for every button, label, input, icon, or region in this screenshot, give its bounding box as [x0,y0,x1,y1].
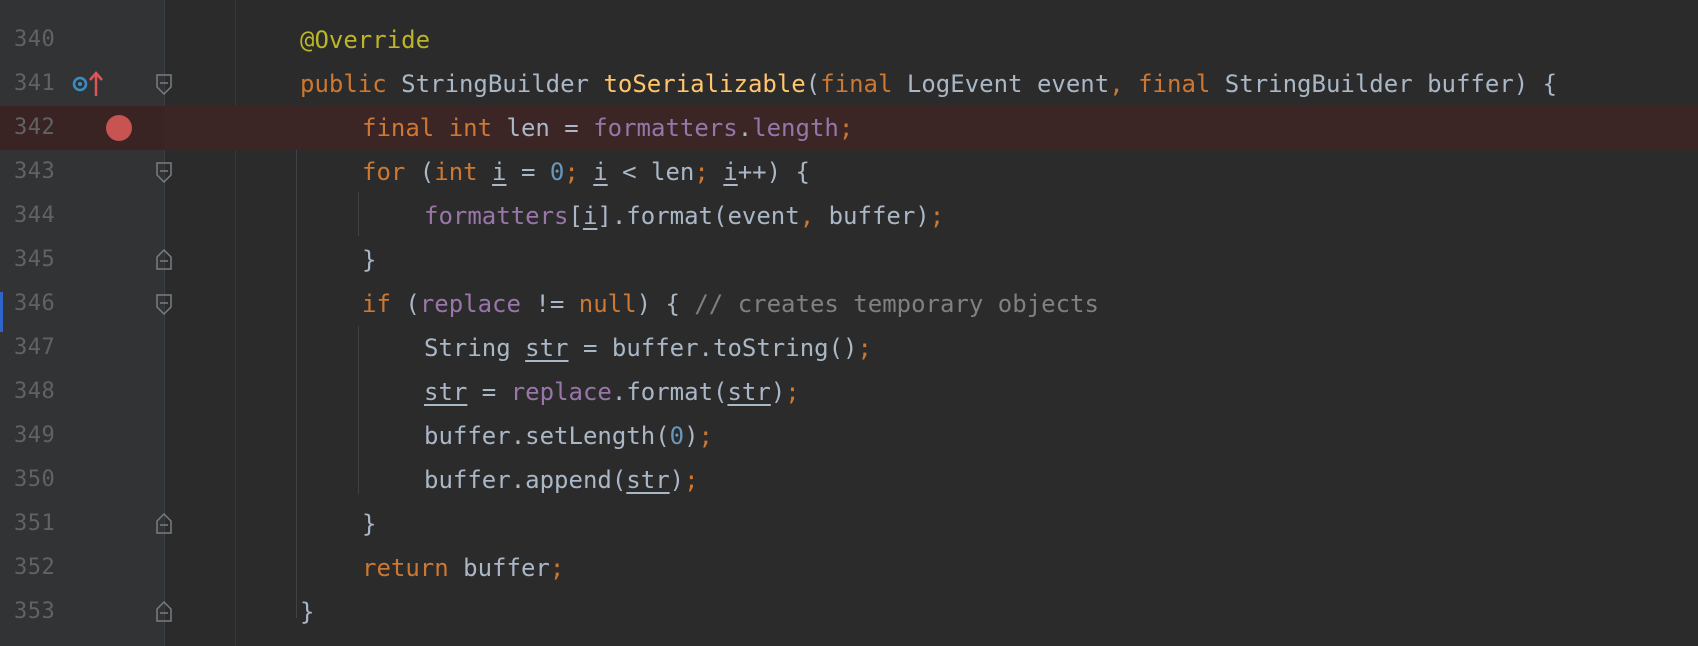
code-text[interactable]: formatters[i].format(event, buffer); [424,194,944,238]
line-number: 340 [14,27,56,52]
code-line[interactable]: 344 formatters[i].format(event, buffer); [0,194,1698,238]
code-text[interactable]: return buffer; [362,546,564,590]
line-number: 350 [14,467,56,492]
line-number: 351 [14,511,56,536]
fold-end-marker-icon[interactable] [155,600,173,622]
line-number: 352 [14,555,56,580]
fold-marker-icon[interactable] [155,294,173,316]
code-line[interactable]: 345 } [0,238,1698,282]
code-line[interactable]: 353 } [0,590,1698,634]
code-text[interactable]: buffer.setLength(0); [424,414,713,458]
line-number: 345 [14,247,56,272]
code-line[interactable]: 343 for (int i = 0; i < len; i++) { [0,150,1698,194]
code-line[interactable]: 348 str = replace.format(str); [0,370,1698,414]
code-text[interactable]: if (replace != null) { // creates tempor… [362,282,1099,326]
line-number: 353 [14,599,56,624]
fold-marker-icon[interactable] [155,74,173,96]
code-line[interactable]: 350 buffer.append(str); [0,458,1698,502]
fold-end-marker-icon[interactable] [155,248,173,270]
line-number: 342 [14,115,56,140]
code-text[interactable]: } [362,238,376,282]
code-text[interactable]: } [362,502,376,546]
code-text[interactable]: String str = buffer.toString(); [424,326,872,370]
breakpoint-icon[interactable] [106,115,132,141]
code-text[interactable]: buffer.append(str); [424,458,699,502]
code-editor[interactable]: 340 @Override 341 public StringBuilder t… [0,0,1698,646]
code-line[interactable]: 340 @Override [0,18,1698,62]
line-number: 347 [14,335,56,360]
code-text[interactable]: final int len = formatters.length; [362,106,853,150]
code-text[interactable]: } [300,590,314,634]
code-text[interactable]: public StringBuilder toSerializable(fina… [300,62,1557,106]
code-line[interactable]: 352 return buffer; [0,546,1698,590]
fold-marker-icon[interactable] [155,162,173,184]
code-text[interactable]: for (int i = 0; i < len; i++) { [362,150,810,194]
code-line[interactable]: 351 } [0,502,1698,546]
line-number: 349 [14,423,56,448]
overrides-method-icon[interactable] [70,70,106,98]
code-line[interactable]: 349 buffer.setLength(0); [0,414,1698,458]
line-number: 343 [14,159,56,184]
code-line[interactable]: 341 public StringBuilder toSerializable(… [0,62,1698,106]
code-line[interactable]: 347 String str = buffer.toString(); [0,326,1698,370]
line-number: 346 [14,291,56,316]
code-text[interactable]: str = replace.format(str); [424,370,800,414]
line-number: 341 [14,71,56,96]
code-line-breakpoint[interactable]: 342 final int len = formatters.length; [0,106,1698,150]
line-number: 348 [14,379,56,404]
line-number: 344 [14,203,56,228]
fold-end-marker-icon[interactable] [155,512,173,534]
code-text[interactable]: @Override [300,18,430,62]
code-line[interactable]: 346 if (replace != null) { // creates te… [0,282,1698,326]
